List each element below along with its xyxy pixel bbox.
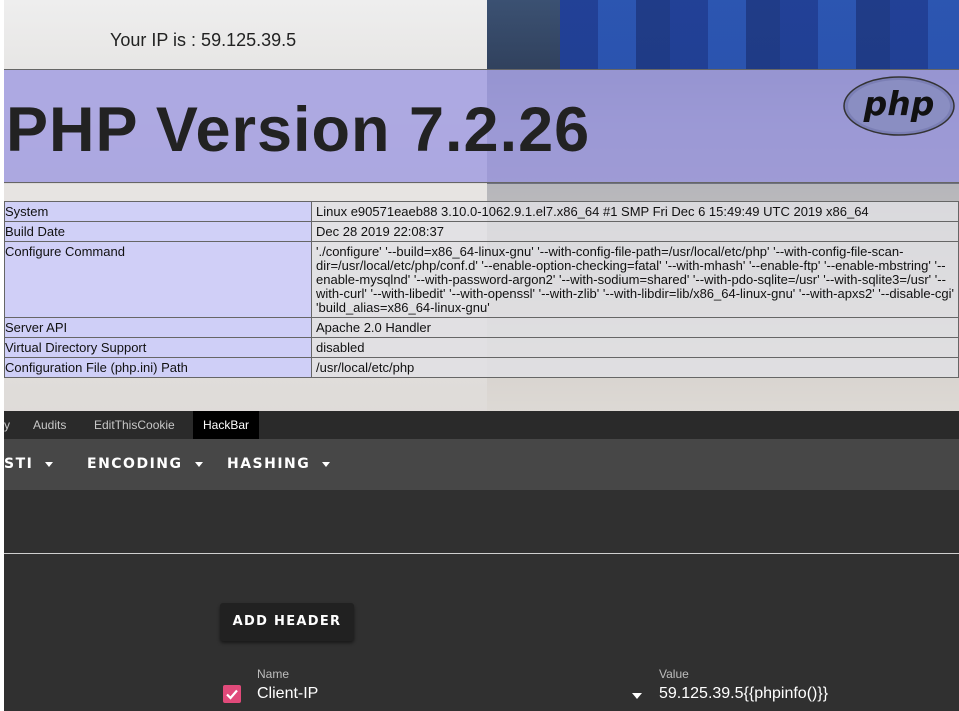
header-value-label: Value [659,667,689,681]
info-row: Server API Apache 2.0 Handler [4,317,959,338]
page-title: PHP Version 7.2.26 [6,95,591,165]
info-key: Configure Command [4,241,312,318]
info-value: Apache 2.0 Handler [311,317,959,338]
left-edge [0,0,4,711]
checkmark-icon [226,689,238,700]
ip-address-text: Your IP is : 59.125.39.5 [110,30,297,50]
info-row: Configure Command './configure' '--build=… [4,241,959,318]
header-enabled-checkbox[interactable] [223,685,241,703]
php-logo-text: php [863,84,935,123]
info-row: System Linux e90571eaeb88 3.10.0-1062.9.1… [4,201,959,222]
info-key: Virtual Directory Support [4,337,312,358]
encoding-menu-button[interactable]: ENCODING [87,439,203,490]
sti-menu-button[interactable]: STI [4,439,54,490]
tab-editthiscookie[interactable]: EditThisCookie [94,411,175,439]
background-curtain [560,0,959,70]
chevron-down-icon [322,461,331,467]
info-key: Build Date [4,221,312,242]
header-name-label: Name [257,667,290,681]
info-value: Dec 28 2019 22:08:37 [311,221,959,242]
tab-audits[interactable]: Audits [33,411,66,439]
hackbar-toolbar: STI ENCODING HASHING [4,439,959,490]
hashing-menu-button[interactable]: HASHING [227,439,331,490]
header-name-input[interactable]: Client-IP [257,685,318,703]
info-row: Virtual Directory Support disabled [4,337,959,358]
info-value: './configure' '--build=x86_64-linux-gnu'… [311,241,959,318]
php-info-table: System Linux e90571eaeb88 3.10.0-1062.9.1… [4,201,959,378]
chevron-down-icon [45,461,54,467]
add-header-button[interactable]: ADD HEADER [220,603,354,641]
devtools-panel: y Audits EditThisCookie HackBar STI ENCO… [0,411,959,711]
php-logo[interactable]: php [842,75,956,137]
sti-menu-label: STI [4,456,34,472]
phpinfo-page: Your IP is : 59.125.39.5 PHP Version 7.2… [0,0,959,411]
info-row: Configuration File (php.ini) Path/usr/lo… [4,357,959,378]
info-key: Configuration File (php.ini) Path [4,357,312,378]
header-value-input[interactable]: 59.125.39.5{{phpinfo()}} [659,685,828,703]
tab-hackbar[interactable]: HackBar [193,411,260,439]
info-value: Linux e90571eaeb88 3.10.0-1062.9.1.el7.x… [311,201,959,222]
tab-truncated[interactable]: y [4,411,10,439]
php-version-header: PHP Version 7.2.26 php [4,69,959,183]
chevron-down-icon [194,461,203,467]
info-value: disabled [311,337,959,358]
devtools-tab-bar: y Audits EditThisCookie HackBar [0,411,959,439]
header-name-dropdown-icon[interactable] [632,693,642,699]
info-key: Server API [4,317,312,338]
url-textarea[interactable] [4,490,959,554]
info-value: /usr/local/etc/php [311,357,959,378]
info-row: Build Date Dec 28 2019 22:08:37 [4,221,959,242]
encoding-menu-label: ENCODING [87,456,183,472]
hashing-menu-label: HASHING [227,456,311,472]
info-key: System [4,201,312,222]
